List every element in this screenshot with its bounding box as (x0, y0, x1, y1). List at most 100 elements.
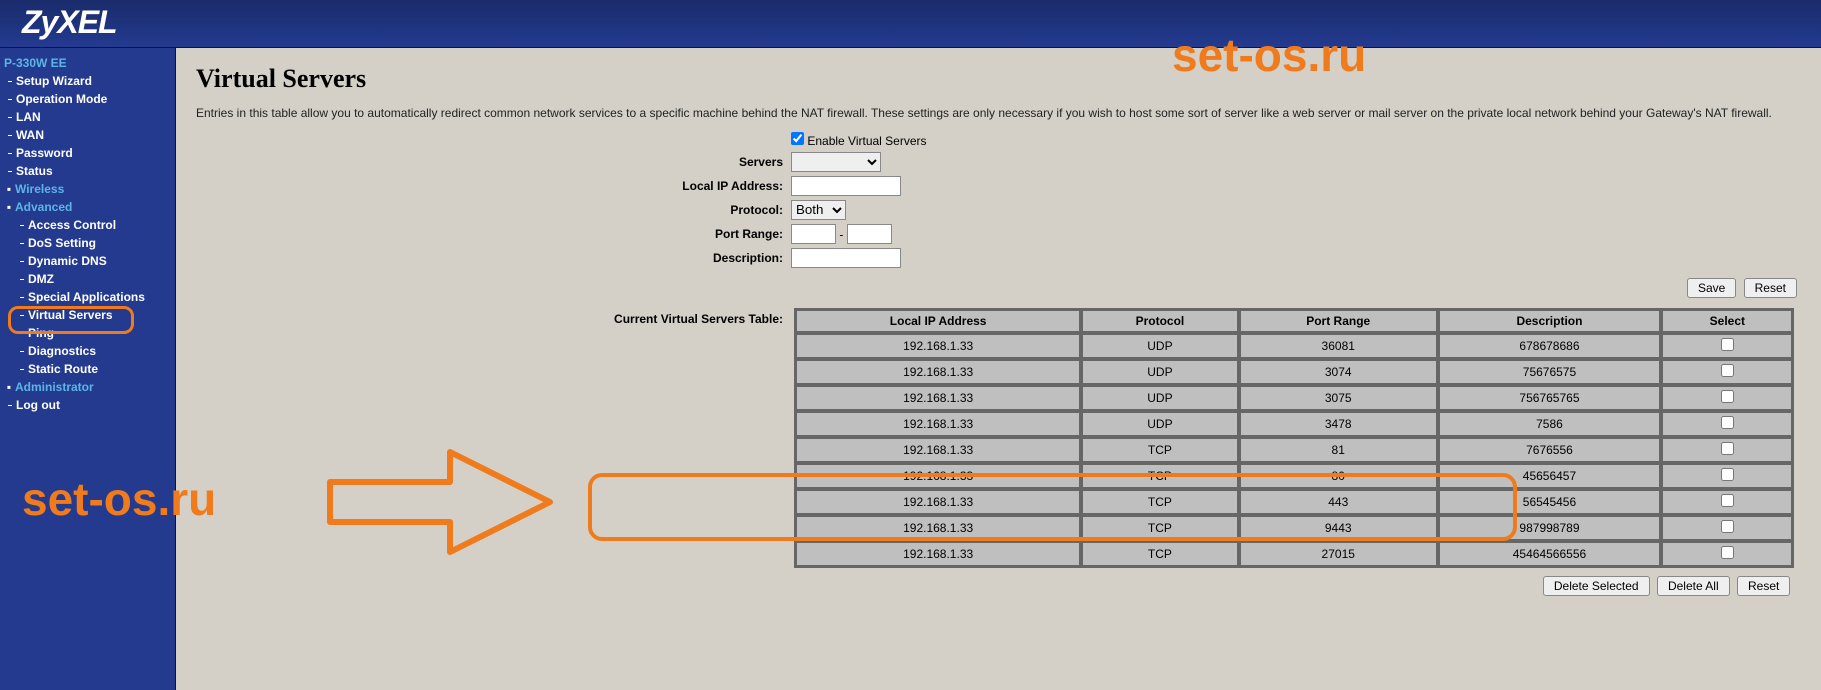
cell-ip: 192.168.1.33 (796, 412, 1080, 436)
cell-port: 3478 (1240, 412, 1437, 436)
sidebar-model[interactable]: P-330W EE (0, 54, 175, 72)
table-row: 192.168.1.33UDP36081678678686 (796, 334, 1792, 358)
cell-select (1662, 360, 1792, 384)
cell-select (1662, 386, 1792, 410)
table-row: 192.168.1.33TCP9443987998789 (796, 516, 1792, 540)
cell-select (1662, 334, 1792, 358)
cell-description: 7676556 (1439, 438, 1661, 462)
servers-label: Servers (196, 155, 791, 169)
col-description: Description (1439, 310, 1661, 332)
cell-ip: 192.168.1.33 (796, 438, 1080, 462)
cell-ip: 192.168.1.33 (796, 464, 1080, 488)
sidebar-item-diagnostics[interactable]: Diagnostics (0, 342, 175, 360)
page-intro: Entries in this table allow you to autom… (196, 106, 1801, 122)
protocol-select[interactable]: Both (791, 200, 846, 220)
sidebar-item-wan[interactable]: WAN (0, 126, 175, 144)
cell-protocol: UDP (1082, 360, 1238, 384)
cell-description: 987998789 (1439, 516, 1661, 540)
sidebar-section-wireless[interactable]: ▪Wireless (0, 180, 175, 198)
sidebar-section-advanced[interactable]: ▪Advanced (0, 198, 175, 216)
cell-port: 27015 (1240, 542, 1437, 566)
delete-all-button[interactable]: Delete All (1657, 576, 1730, 596)
cell-description: 56545456 (1439, 490, 1661, 514)
cell-protocol: TCP (1082, 516, 1238, 540)
main-content: Virtual Servers Entries in this table al… (176, 48, 1821, 690)
expand-icon: ▪ (4, 380, 14, 394)
table-row: 192.168.1.33UDP3075756765765 (796, 386, 1792, 410)
cell-select (1662, 438, 1792, 462)
enable-virtual-servers-label: Enable Virtual Servers (807, 134, 926, 148)
sidebar-item-dynamic-dns[interactable]: Dynamic DNS (0, 252, 175, 270)
cell-ip: 192.168.1.33 (796, 360, 1080, 384)
cell-ip: 192.168.1.33 (796, 516, 1080, 540)
table-row: 192.168.1.33UDP34787586 (796, 412, 1792, 436)
sidebar-advanced-label: Advanced (15, 200, 72, 214)
table-row: 192.168.1.33UDP307475676575 (796, 360, 1792, 384)
cell-protocol: TCP (1082, 490, 1238, 514)
sidebar-item-ping[interactable]: Ping (0, 324, 175, 342)
sidebar-item-logout[interactable]: Log out (0, 396, 175, 414)
col-port-range: Port Range (1240, 310, 1437, 332)
sidebar: P-330W EE Setup Wizard Operation Mode LA… (0, 48, 176, 690)
cell-protocol: UDP (1082, 412, 1238, 436)
description-label: Description: (196, 251, 791, 265)
table-row: 192.168.1.33TCP44356545456 (796, 490, 1792, 514)
sidebar-item-static-route[interactable]: Static Route (0, 360, 175, 378)
protocol-label: Protocol: (196, 203, 791, 217)
servers-select[interactable] (791, 152, 881, 172)
save-button[interactable]: Save (1687, 278, 1736, 298)
sidebar-section-administrator[interactable]: ▪Administrator (0, 378, 175, 396)
cell-description: 45464566556 (1439, 542, 1661, 566)
reset-table-button[interactable]: Reset (1737, 576, 1790, 596)
cell-port: 443 (1240, 490, 1437, 514)
cell-description: 678678686 (1439, 334, 1661, 358)
description-input[interactable] (791, 248, 901, 268)
sidebar-item-special-applications[interactable]: Special Applications (0, 288, 175, 306)
app-header: ZyXEL (0, 0, 1821, 48)
brand-logo: ZyXEL (0, 0, 1821, 41)
cell-select (1662, 412, 1792, 436)
sidebar-item-dos-setting[interactable]: DoS Setting (0, 234, 175, 252)
sidebar-item-password[interactable]: Password (0, 144, 175, 162)
current-table-label: Current Virtual Servers Table: (196, 308, 791, 326)
cell-port: 3075 (1240, 386, 1437, 410)
port-range-separator: - (839, 227, 843, 241)
row-select-checkbox[interactable] (1721, 520, 1734, 533)
sidebar-item-access-control[interactable]: Access Control (0, 216, 175, 234)
delete-selected-button[interactable]: Delete Selected (1543, 576, 1650, 596)
cell-port: 36081 (1240, 334, 1437, 358)
cell-port: 81 (1240, 438, 1437, 462)
sidebar-item-setup-wizard[interactable]: Setup Wizard (0, 72, 175, 90)
cell-protocol: TCP (1082, 438, 1238, 462)
cell-description: 7586 (1439, 412, 1661, 436)
row-select-checkbox[interactable] (1721, 416, 1734, 429)
port-to-input[interactable] (847, 224, 892, 244)
sidebar-wireless-label: Wireless (15, 182, 64, 196)
cell-ip: 192.168.1.33 (796, 490, 1080, 514)
collapse-icon: ▪ (4, 200, 14, 214)
row-select-checkbox[interactable] (1721, 442, 1734, 455)
cell-protocol: TCP (1082, 464, 1238, 488)
sidebar-item-operation-mode[interactable]: Operation Mode (0, 90, 175, 108)
cell-protocol: TCP (1082, 542, 1238, 566)
row-select-checkbox[interactable] (1721, 468, 1734, 481)
page-title: Virtual Servers (196, 64, 1801, 94)
sidebar-item-status[interactable]: Status (0, 162, 175, 180)
col-select: Select (1662, 310, 1792, 332)
sidebar-item-dmz[interactable]: DMZ (0, 270, 175, 288)
port-from-input[interactable] (791, 224, 836, 244)
row-select-checkbox[interactable] (1721, 338, 1734, 351)
cell-ip: 192.168.1.33 (796, 542, 1080, 566)
row-select-checkbox[interactable] (1721, 494, 1734, 507)
reset-button[interactable]: Reset (1744, 278, 1797, 298)
row-select-checkbox[interactable] (1721, 364, 1734, 377)
enable-virtual-servers-checkbox[interactable] (791, 132, 804, 145)
sidebar-item-virtual-servers[interactable]: Virtual Servers (0, 306, 175, 324)
cell-protocol: UDP (1082, 386, 1238, 410)
sidebar-item-lan[interactable]: LAN (0, 108, 175, 126)
row-select-checkbox[interactable] (1721, 546, 1734, 559)
table-row: 192.168.1.33TCP8045656457 (796, 464, 1792, 488)
cell-description: 756765765 (1439, 386, 1661, 410)
row-select-checkbox[interactable] (1721, 390, 1734, 403)
local-ip-input[interactable] (791, 176, 901, 196)
